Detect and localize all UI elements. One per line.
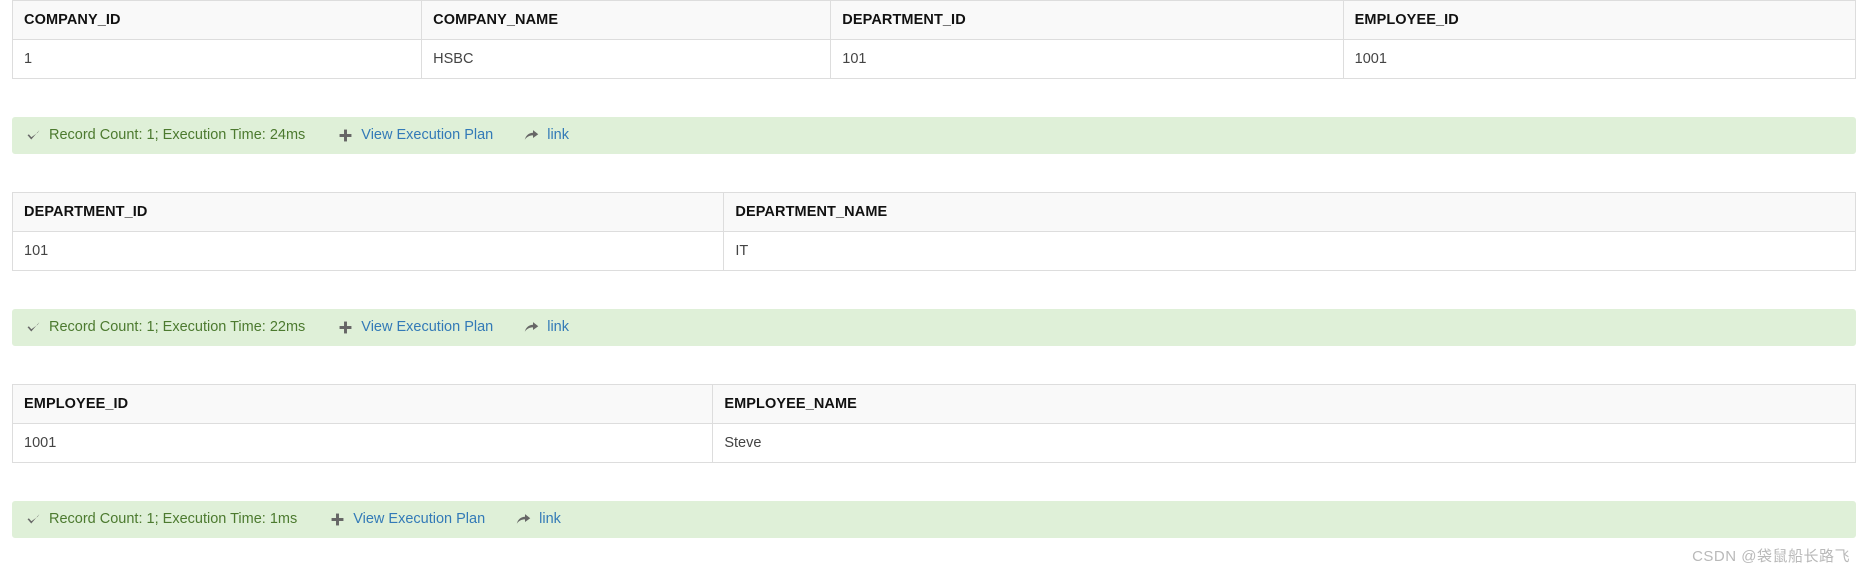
execution-summary: Record Count: 1; Execution Time: 24ms (49, 126, 306, 143)
cell-company-id: 1 (12, 39, 423, 79)
link-button[interactable]: link (515, 511, 561, 527)
cell-employee-name: Steve (712, 423, 1856, 463)
cell-department-name: IT (723, 231, 1856, 271)
status-bar-1: Record Count: 1; Execution Time: 24ms Vi… (12, 117, 1856, 154)
status-bar-2: Record Count: 1; Execution Time: 22ms Vi… (12, 309, 1856, 346)
share-arrow-icon (523, 127, 539, 143)
cell-company-name: HSBC (421, 39, 832, 79)
check-icon (25, 511, 41, 527)
column-header-company-name[interactable]: COMPANY_NAME (421, 0, 832, 40)
table-row[interactable]: 1 HSBC 101 1001 (12, 39, 1856, 79)
table-header-row: COMPANY_ID COMPANY_NAME DEPARTMENT_ID EM… (12, 0, 1856, 40)
view-execution-plan-label: View Execution Plan (353, 510, 486, 527)
share-arrow-icon (515, 511, 531, 527)
check-icon (25, 127, 41, 143)
column-header-employee-id[interactable]: EMPLOYEE_ID (1343, 0, 1856, 40)
column-header-company-id[interactable]: COMPANY_ID (12, 0, 423, 40)
plus-icon (337, 319, 353, 335)
result-table-1: COMPANY_ID COMPANY_NAME DEPARTMENT_ID EM… (12, 0, 1856, 79)
column-header-department-id[interactable]: DEPARTMENT_ID (12, 192, 725, 232)
plus-icon (337, 127, 353, 143)
link-button[interactable]: link (523, 319, 569, 335)
result-table-3: EMPLOYEE_ID EMPLOYEE_NAME 1001 Steve (12, 384, 1856, 463)
link-label: link (547, 318, 569, 335)
column-header-employee-name[interactable]: EMPLOYEE_NAME (712, 384, 1856, 424)
cell-employee-id: 1001 (1343, 39, 1856, 79)
link-label: link (539, 510, 561, 527)
view-execution-plan-button[interactable]: View Execution Plan (337, 127, 493, 143)
view-execution-plan-label: View Execution Plan (361, 126, 494, 143)
check-icon (25, 319, 41, 335)
record-count-group: Record Count: 1; Execution Time: 24ms (25, 127, 305, 143)
execution-summary: Record Count: 1; Execution Time: 1ms (49, 510, 298, 527)
status-bar-3: Record Count: 1; Execution Time: 1ms Vie… (12, 501, 1856, 538)
cell-department-id: 101 (830, 39, 1344, 79)
column-header-department-id[interactable]: DEPARTMENT_ID (830, 0, 1344, 40)
table-header-row: DEPARTMENT_ID DEPARTMENT_NAME (12, 192, 1856, 232)
column-header-department-name[interactable]: DEPARTMENT_NAME (723, 192, 1856, 232)
plus-icon (329, 511, 345, 527)
result-table-2: DEPARTMENT_ID DEPARTMENT_NAME 101 IT (12, 192, 1856, 271)
link-button[interactable]: link (523, 127, 569, 143)
csdn-watermark: CSDN @袋鼠船长路飞 (1692, 548, 1850, 565)
view-execution-plan-button[interactable]: View Execution Plan (337, 319, 493, 335)
query-results-page: COMPANY_ID COMPANY_NAME DEPARTMENT_ID EM… (0, 0, 1868, 572)
cell-department-id: 101 (12, 231, 725, 271)
link-label: link (547, 126, 569, 143)
table-header-row: EMPLOYEE_ID EMPLOYEE_NAME (12, 384, 1856, 424)
table-row[interactable]: 1001 Steve (12, 423, 1856, 463)
cell-employee-id: 1001 (12, 423, 714, 463)
view-execution-plan-label: View Execution Plan (361, 318, 494, 335)
view-execution-plan-button[interactable]: View Execution Plan (329, 511, 485, 527)
column-header-employee-id[interactable]: EMPLOYEE_ID (12, 384, 714, 424)
result-block-1: COMPANY_ID COMPANY_NAME DEPARTMENT_ID EM… (12, 0, 1856, 79)
table-row[interactable]: 101 IT (12, 231, 1856, 271)
record-count-group: Record Count: 1; Execution Time: 22ms (25, 319, 305, 335)
result-block-3: EMPLOYEE_ID EMPLOYEE_NAME 1001 Steve (12, 384, 1856, 463)
execution-summary: Record Count: 1; Execution Time: 22ms (49, 318, 306, 335)
share-arrow-icon (523, 319, 539, 335)
record-count-group: Record Count: 1; Execution Time: 1ms (25, 511, 297, 527)
result-block-2: DEPARTMENT_ID DEPARTMENT_NAME 101 IT (12, 192, 1856, 271)
